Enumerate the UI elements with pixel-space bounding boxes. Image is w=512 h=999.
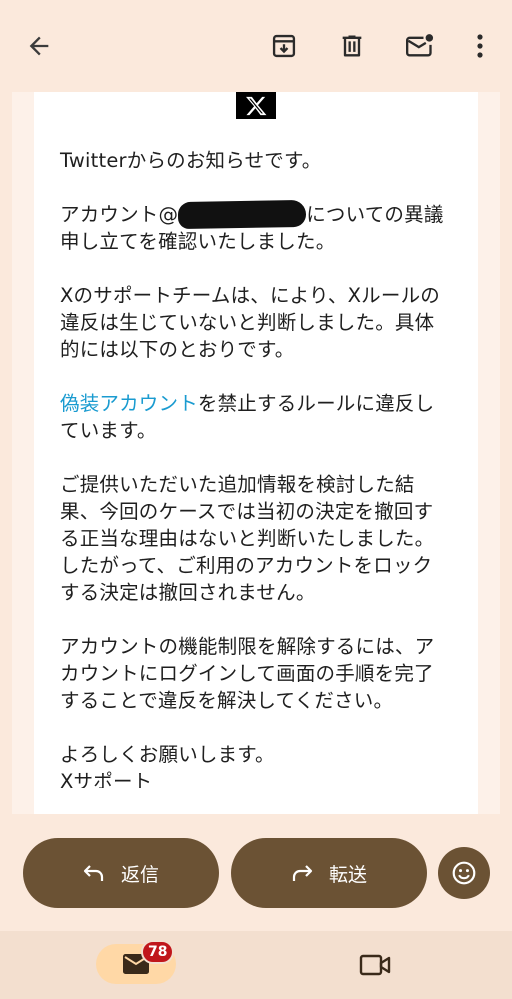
email-paragraph-review: ご提供いただいた追加情報を検討した結果、今回のケースでは当初の決定を撤回する正当… (60, 473, 435, 604)
email-body-scroll[interactable]: Twitterからのお知らせです。 アカウント@ についての異議申し立てを確認いた… (12, 92, 500, 814)
email-paragraph-greeting: Twitterからのお知らせです。 (60, 149, 322, 172)
email-paragraph-instructions: アカウントの機能制限を解除するには、アカウントにログインして画面の手順を完了する… (60, 635, 435, 712)
email-signature: Xサポート (60, 770, 153, 788)
email-paragraph-decision: Xのサポートチームは、により、Xルールの違反は生じていないと判断しました。具体的… (60, 284, 440, 361)
archive-icon (272, 34, 296, 58)
impersonation-policy-link[interactable]: 偽装アカウント (60, 392, 198, 415)
email-paragraph-appeal: アカウント@ についての異議申し立てを確認いたしました。 (60, 199, 452, 255)
video-camera-icon (359, 954, 391, 976)
x-logo-icon (246, 96, 267, 115)
unread-count-badge: 78 (141, 940, 175, 964)
reply-label: 返信 (120, 863, 159, 886)
email-content: Twitterからのお知らせです。 アカウント@ についての異議申し立てを確認いた… (60, 147, 452, 788)
mark-unread-button[interactable] (402, 28, 438, 64)
forward-button[interactable]: 転送 (231, 838, 427, 908)
email-paragraph-violation: 偽装アカウントを禁止するルールに違反しています。 (60, 390, 452, 444)
bottom-navigation (0, 931, 512, 999)
archive-button[interactable] (266, 28, 302, 64)
email-message-card: Twitterからのお知らせです。 アカウント@ についての異議申し立てを確認いた… (34, 92, 478, 814)
redacted-username (177, 199, 307, 230)
mark-unread-icon (406, 34, 434, 57)
reply-icon (83, 864, 105, 882)
email-closing: よろしくお願いします。 (60, 743, 275, 766)
more-options-button[interactable] (462, 28, 498, 64)
reply-button[interactable]: 返信 (23, 838, 219, 908)
forward-label: 転送 (328, 863, 367, 886)
more-vert-icon (477, 34, 483, 58)
top-app-bar (0, 0, 512, 92)
delete-button[interactable] (334, 28, 370, 64)
email-text: アカウント@ (60, 203, 179, 226)
back-button[interactable] (21, 28, 57, 64)
arrow-left-icon (29, 36, 49, 56)
smiley-icon (452, 861, 476, 885)
trash-icon (342, 35, 362, 57)
message-actions: 返信 転送 (0, 836, 512, 910)
nav-meet-tab[interactable] (358, 951, 392, 979)
x-logo (236, 92, 276, 119)
emoji-reaction-button[interactable] (438, 847, 490, 899)
email-view-screen: Twitterからのお知らせです。 アカウント@ についての異議申し立てを確認いた… (0, 0, 512, 999)
forward-icon (291, 864, 313, 882)
